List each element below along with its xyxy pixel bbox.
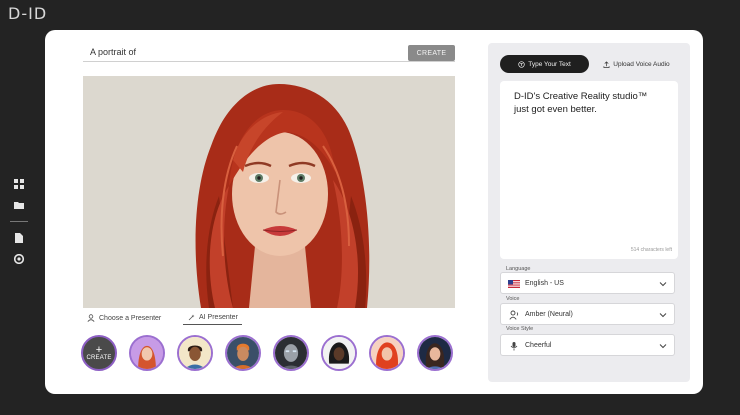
avatar-option[interactable] — [417, 335, 453, 371]
script-panel: Type Your Text Upload Voice Audio D-ID's… — [488, 43, 690, 382]
avatar-strip: + CREATE — [81, 335, 461, 375]
language-select[interactable]: English - US — [500, 272, 675, 294]
language-value: English - US — [525, 280, 564, 287]
tab-choose-presenter-label: Choose a Presenter — [99, 314, 162, 322]
voice-person-icon — [508, 309, 520, 320]
avatar-option[interactable] — [369, 335, 405, 371]
upload-icon — [603, 60, 610, 68]
create-button[interactable]: CREATE — [408, 45, 455, 61]
document-icon[interactable] — [12, 232, 26, 244]
avatar-option[interactable] — [321, 335, 357, 371]
plus-icon: + — [95, 344, 103, 356]
sparkle-icon — [188, 314, 195, 320]
grid-icon[interactable] — [12, 178, 26, 190]
avatar-option[interactable] — [129, 335, 165, 371]
upload-voice-audio-label: Upload Voice Audio — [613, 60, 670, 68]
type-your-text-label: Type Your Text — [528, 60, 571, 68]
voice-value: Amber (Neural) — [525, 311, 573, 318]
create-avatar-button[interactable]: + CREATE — [81, 335, 117, 371]
chevron-down-icon — [659, 282, 667, 287]
avatar-option[interactable] — [225, 335, 261, 371]
tab-ai-presenter[interactable]: AI Presenter — [183, 311, 242, 325]
input-mode-toggle: Type Your Text Upload Voice Audio — [500, 55, 678, 73]
tab-ai-presenter-label: AI Presenter — [199, 314, 238, 321]
avatar-option[interactable] — [273, 335, 309, 371]
did-logo[interactable]: D-ID — [8, 4, 47, 23]
prompt-input[interactable]: A portrait of — [90, 47, 136, 57]
text-icon — [518, 60, 525, 68]
script-textarea[interactable]: D-ID's Creative Reality studio™ just got… — [500, 81, 678, 259]
presenter-tabs: Choose a Presenter AI Presenter — [83, 311, 455, 325]
voice-select[interactable]: Amber (Neural) — [500, 303, 675, 325]
us-flag-icon — [508, 278, 520, 289]
avatar-option[interactable] — [177, 335, 213, 371]
tab-choose-presenter[interactable]: Choose a Presenter — [87, 311, 161, 325]
user-icon — [87, 314, 95, 322]
character-count: 514 characters left — [630, 247, 672, 253]
type-your-text-tab[interactable]: Type Your Text — [500, 55, 589, 73]
help-icon[interactable] — [12, 253, 26, 265]
voice-style-label: Voice Style — [506, 326, 534, 332]
script-text: D-ID's Creative Reality studio™ just got… — [514, 91, 648, 115]
presenter-portrait — [83, 76, 455, 308]
prompt-bar: A portrait of CREATE — [83, 44, 455, 62]
main-card: A portrait of CREATE Choose a Presenter … — [45, 30, 703, 394]
chevron-down-icon — [659, 344, 667, 349]
upload-voice-audio-tab[interactable]: Upload Voice Audio — [595, 55, 678, 73]
folder-icon[interactable] — [12, 199, 26, 211]
voice-style-select[interactable]: Cheerful — [500, 334, 675, 356]
create-avatar-label: CREATE — [86, 355, 112, 361]
microphone-icon — [508, 340, 520, 351]
chevron-down-icon — [659, 313, 667, 318]
voice-label: Voice — [506, 296, 520, 302]
voice-style-value: Cheerful — [525, 342, 552, 349]
rail-divider — [10, 221, 28, 222]
